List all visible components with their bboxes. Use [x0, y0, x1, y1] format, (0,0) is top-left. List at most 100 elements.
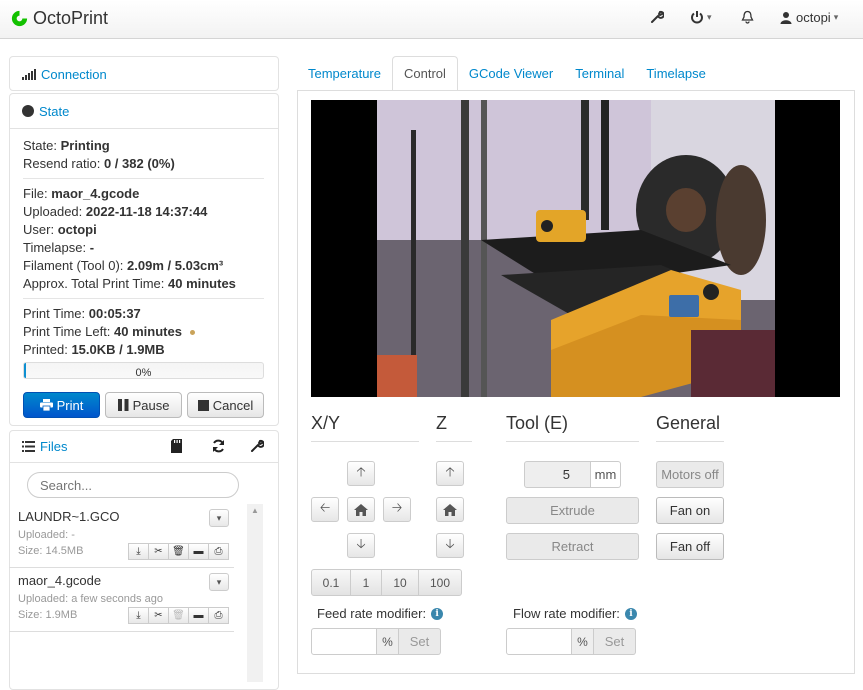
state-panel: i State State: Printing Resend ratio: 0 … — [9, 93, 279, 426]
folder-icon[interactable]: ▬ — [188, 607, 209, 624]
pause-icon — [117, 399, 129, 411]
feed-rate-set-button[interactable]: Set — [399, 628, 441, 655]
extrude-button[interactable]: Extrude — [506, 497, 639, 524]
fan-on-button[interactable]: Fan on — [656, 497, 724, 524]
step-0-1-button[interactable]: 0.1 — [311, 569, 351, 596]
jog-z-minus-button[interactable]: 🡣 — [436, 533, 464, 558]
brand[interactable]: OctoPrint — [10, 8, 108, 29]
tab-temperature[interactable]: Temperature — [297, 56, 392, 91]
user-name: octopi — [796, 10, 831, 25]
arrow-down-icon: 🡣 — [445, 535, 455, 551]
pause-button[interactable]: Pause — [105, 392, 182, 418]
file-name: LAUNDR~1.GCO — [18, 509, 120, 524]
chevron-down-icon: ▾ — [216, 512, 222, 523]
tab-timelapse[interactable]: Timelapse — [635, 56, 716, 91]
extrude-amount-input[interactable]: 5 — [524, 461, 591, 488]
flow-rate-set-button[interactable]: Set — [594, 628, 636, 655]
download-icon[interactable]: ⤓ — [128, 607, 149, 624]
divider — [23, 178, 264, 179]
notifications-button[interactable] — [741, 10, 754, 24]
scissors-icon[interactable]: ✂ — [148, 607, 169, 624]
stop-icon — [197, 399, 209, 411]
home-xy-button[interactable] — [347, 497, 375, 522]
feed-rate-label: Feed rate modifier: i — [317, 606, 444, 621]
print-button[interactable]: Print — [23, 392, 100, 418]
trash-icon[interactable]: 🗑 — [168, 543, 189, 560]
file-list-scrollbar[interactable]: ▲ — [247, 504, 263, 682]
state-toggle[interactable]: i State — [10, 94, 278, 128]
tool-title: Tool (E) — [506, 413, 569, 433]
file-menu-button[interactable]: ▾ — [209, 509, 229, 527]
wrench-icon — [651, 10, 664, 23]
system-menu-button[interactable]: ▾ — [690, 10, 712, 24]
step-100-button[interactable]: 100 — [418, 569, 462, 596]
divider — [436, 441, 472, 442]
retract-button[interactable]: Retract — [506, 533, 639, 560]
user-row: User: octopi — [23, 222, 97, 237]
arrow-up-icon: 🡡 — [356, 463, 366, 479]
trash-icon[interactable]: 🗑 — [168, 607, 189, 624]
download-icon[interactable]: ⤓ — [128, 543, 149, 560]
signal-icon — [22, 68, 36, 80]
print-progress-bar: 0% — [23, 362, 264, 379]
settings-button[interactable] — [650, 10, 664, 24]
info-icon[interactable]: i — [431, 607, 444, 620]
progress-label: 0% — [135, 367, 152, 379]
uploaded-row: Uploaded: 2022-11-18 14:37:44 — [23, 204, 208, 219]
resend-ratio-row: Resend ratio: 0 / 382 (0%) — [23, 156, 175, 171]
file-menu-button[interactable]: ▾ — [209, 573, 229, 591]
files-toggle[interactable]: Files — [10, 431, 278, 463]
list-item[interactable]: maor_4.gcode ▾ Uploaded: a few seconds a… — [9, 568, 234, 632]
info-icon[interactable]: i — [624, 607, 637, 620]
state-row: State: Printing — [23, 138, 110, 153]
connection-toggle[interactable]: Connection — [10, 57, 278, 91]
time-left-row: Print Time Left: 40 minutes — [23, 323, 264, 341]
tab-control[interactable]: Control — [391, 56, 458, 91]
jog-x-plus-button[interactable]: 🡢 — [383, 497, 411, 522]
file-name: maor_4.gcode — [18, 573, 102, 588]
jog-y-plus-button[interactable]: 🡡 — [347, 461, 375, 486]
jog-y-minus-button[interactable]: 🡣 — [347, 533, 375, 558]
fan-off-button[interactable]: Fan off — [656, 533, 724, 560]
printer-icon[interactable]: ⎙ — [208, 543, 229, 560]
sd-card-icon[interactable] — [171, 439, 182, 453]
printer-icon[interactable]: ⎙ — [208, 607, 229, 624]
estimate-dot-icon[interactable] — [189, 330, 195, 336]
folder-icon[interactable]: ▬ — [188, 543, 209, 560]
bell-icon — [741, 10, 754, 24]
percent-addon: % — [572, 628, 594, 655]
jog-z-plus-button[interactable]: 🡡 — [436, 461, 464, 486]
divider — [23, 298, 264, 299]
tab-terminal[interactable]: Terminal — [564, 56, 635, 91]
main-tabs: Temperature Control GCode Viewer Termina… — [297, 56, 717, 91]
search-input[interactable] — [27, 472, 239, 498]
approx-time-row: Approx. Total Print Time: 40 minutes — [23, 276, 236, 291]
tab-gcode-viewer[interactable]: GCode Viewer — [458, 56, 564, 91]
extrude-unit: mm — [591, 461, 621, 488]
home-z-button[interactable] — [436, 497, 464, 522]
file-uploaded: Uploaded: a few seconds ago — [18, 593, 163, 605]
scissors-icon[interactable]: ✂ — [148, 543, 169, 560]
arrow-down-icon: 🡣 — [356, 535, 366, 551]
user-menu-button[interactable]: octopi ▾ — [780, 10, 838, 25]
step-10-button[interactable]: 10 — [381, 569, 419, 596]
state-body: State: Printing Resend ratio: 0 / 382 (0… — [10, 128, 278, 379]
step-1-button[interactable]: 1 — [350, 569, 382, 596]
scroll-up-icon[interactable]: ▲ — [247, 506, 263, 515]
connection-title: Connection — [41, 66, 107, 82]
z-title: Z — [436, 413, 447, 433]
refresh-icon[interactable] — [211, 439, 226, 453]
cancel-button[interactable]: Cancel — [187, 392, 264, 418]
arrow-left-icon: 🡠 — [319, 499, 331, 515]
feed-rate-input[interactable] — [311, 628, 377, 655]
xy-title: X/Y — [311, 413, 341, 433]
list-item[interactable]: LAUNDR~1.GCO ▾ Uploaded: - Size: 14.5MB … — [9, 504, 234, 568]
motors-off-button[interactable]: Motors off — [656, 461, 724, 488]
flow-rate-input[interactable] — [506, 628, 572, 655]
webcam-image — [377, 100, 775, 397]
brand-name: OctoPrint — [33, 8, 109, 28]
wrench-icon[interactable] — [250, 439, 264, 453]
printed-row: Printed: 15.0KB / 1.9MB — [23, 342, 165, 357]
jog-x-minus-button[interactable]: 🡠 — [311, 497, 339, 522]
divider — [656, 441, 724, 442]
